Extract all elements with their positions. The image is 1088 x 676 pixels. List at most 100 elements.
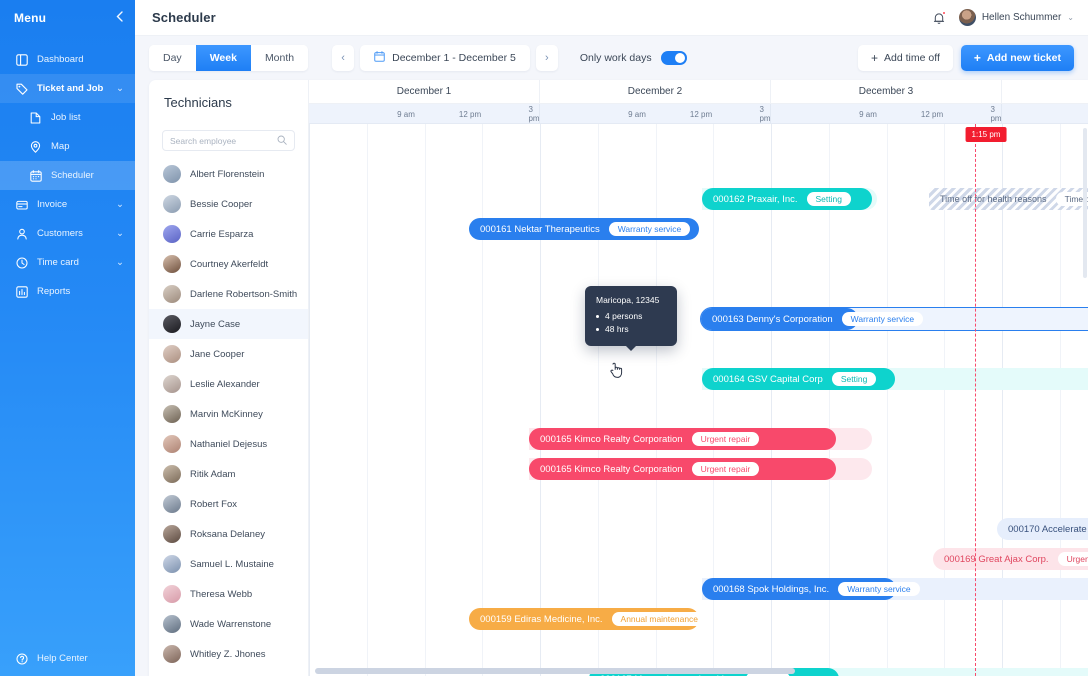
sidebar-collapse-icon[interactable] xyxy=(116,11,123,25)
schedule-event[interactable]: 000165 Kimco Realty CorporationUrgent re… xyxy=(529,458,836,480)
technician-row[interactable]: Wade Warrenstone xyxy=(149,609,308,639)
schedule-lane[interactable] xyxy=(309,154,1088,184)
schedule-event[interactable]: 000170 Accelerate Diagnostics, Inc.Warra… xyxy=(997,518,1088,540)
avatar xyxy=(163,195,181,213)
view-week-button[interactable]: Week xyxy=(196,45,251,71)
view-day-button[interactable]: Day xyxy=(149,45,196,71)
schedule-lane[interactable]: 000165 Kimco Realty CorporationUrgent re… xyxy=(309,424,1088,454)
technician-row[interactable]: Jayne Case xyxy=(149,309,308,339)
technician-row[interactable]: Robert Fox xyxy=(149,489,308,519)
schedule-lane[interactable] xyxy=(309,274,1088,304)
sidebar-item-reports[interactable]: Reports xyxy=(0,277,135,306)
sidebar-item-dashboard[interactable]: Dashboard xyxy=(0,45,135,74)
technician-name: Nathaniel Dejesus xyxy=(190,439,267,450)
technician-row[interactable]: Theresa Webb xyxy=(149,579,308,609)
sidebar-item-job-list[interactable]: Job list xyxy=(0,103,135,132)
add-new-ticket-button[interactable]: + Add new ticket xyxy=(961,45,1074,71)
schedule-lane[interactable] xyxy=(309,334,1088,364)
avatar xyxy=(163,585,181,603)
technician-row[interactable]: Marvin McKinney xyxy=(149,399,308,429)
schedule-lane[interactable]: 000163 Denny's Corporation Warranty servi… xyxy=(309,304,1088,334)
user-menu[interactable]: Hellen Schummer ⌄ xyxy=(959,9,1074,26)
technician-row[interactable]: Courtney Akerfeldt xyxy=(149,249,308,279)
schedule-event[interactable]: 000165 Kimco Realty CorporationUrgent re… xyxy=(529,428,836,450)
technician-name: Bessie Cooper xyxy=(190,199,252,210)
schedule-lane[interactable]: 000159 Ediras Medicine, Inc.Annual maint… xyxy=(309,604,1088,634)
event-tooltip: Maricopa, 12345 4 persons 48 hrs xyxy=(585,286,677,346)
schedule-event[interactable]: 000161 Nektar TherapeuticsWarranty servi… xyxy=(469,218,699,240)
event-title: 000163 Denny's Corporation xyxy=(712,314,833,325)
sidebar-item-scheduler[interactable]: Scheduler xyxy=(0,161,135,190)
technician-name: Carrie Esparza xyxy=(190,229,253,240)
horizontal-scrollbar[interactable] xyxy=(309,668,1088,674)
schedule-lane[interactable]: 000164 GSV Capital CorpSetting xyxy=(309,364,1088,394)
schedule-event[interactable]: 000164 GSV Capital CorpSetting xyxy=(702,368,895,390)
sidebar-item-map[interactable]: Map xyxy=(0,132,135,161)
schedule-lane[interactable]: 000169 Great Ajax Corp.Urgent repair xyxy=(309,544,1088,574)
technician-row[interactable]: Jane Cooper xyxy=(149,339,308,369)
technician-row[interactable]: Darlene Robertson-Smith xyxy=(149,279,308,309)
only-work-days-toggle[interactable] xyxy=(661,51,687,65)
technician-name: Courtney Akerfeldt xyxy=(190,259,268,270)
technician-row[interactable]: Leslie Alexander xyxy=(149,369,308,399)
time-header-row: 9 am12 pm3 pm9 am12 pm3 pm9 am12 pm3 pm9… xyxy=(309,104,1088,124)
prev-period-button[interactable]: ‹ xyxy=(332,45,354,71)
schedule-event[interactable]: 000169 Great Ajax Corp.Urgent repair xyxy=(933,548,1088,570)
view-month-button[interactable]: Month xyxy=(251,45,308,71)
day-header-cell: December 3 xyxy=(771,80,1002,103)
view-switcher: Day Week Month xyxy=(149,45,308,71)
add-new-ticket-label: Add new ticket xyxy=(987,52,1061,64)
schedule-lane[interactable]: 000165 Kimco Realty CorporationUrgent re… xyxy=(309,454,1088,484)
technician-row[interactable]: Albert Florenstein xyxy=(149,159,308,189)
scheduler-toolbar: Day Week Month ‹ December 1 - December 5… xyxy=(135,36,1088,80)
technician-name: Roksana Delaney xyxy=(190,529,265,540)
technicians-panel: Technicians Albert FlorensteinBessie Coo… xyxy=(149,80,309,676)
date-range-label: December 1 - December 5 xyxy=(392,52,516,64)
schedule-lane[interactable]: 000170 Accelerate Diagnostics, Inc.Warra… xyxy=(309,514,1088,544)
top-bar-right: Hellen Schummer ⌄ xyxy=(931,9,1074,26)
chevron-down-icon: ⌄ xyxy=(1067,13,1074,22)
technician-row[interactable]: Ritik Adam xyxy=(149,459,308,489)
technician-row[interactable]: Bessie Cooper xyxy=(149,189,308,219)
avatar xyxy=(163,285,181,303)
schedule-event[interactable]: 000159 Ediras Medicine, Inc.Annual maint… xyxy=(469,608,699,630)
sidebar-item-time-card[interactable]: Time card ⌄ xyxy=(0,248,135,277)
vertical-scrollbar[interactable] xyxy=(1083,128,1087,662)
sidebar-item-ticket-and-job[interactable]: Ticket and Job ⌄ xyxy=(0,74,135,103)
schedule-lane[interactable]: 000162 Praxair, Inc.Setting Time off for … xyxy=(309,184,1088,214)
chart-icon xyxy=(14,284,29,299)
schedule-lane[interactable]: 000161 Nektar TherapeuticsWarranty servi… xyxy=(309,214,1088,244)
scrollbar-thumb[interactable] xyxy=(315,668,795,674)
avatar xyxy=(163,435,181,453)
schedule-lane[interactable] xyxy=(309,244,1088,274)
schedule-event[interactable]: 000168 Spok Holdings, Inc.Warranty servi… xyxy=(702,578,896,600)
schedule-lane[interactable]: 000168 Spok Holdings, Inc.Warranty servi… xyxy=(309,574,1088,604)
technician-row[interactable]: Roksana Delaney xyxy=(149,519,308,549)
plus-icon: + xyxy=(871,52,878,64)
next-period-button[interactable]: › xyxy=(536,45,558,71)
schedule-lane[interactable] xyxy=(309,634,1088,664)
bell-icon[interactable] xyxy=(931,10,947,26)
search-input[interactable] xyxy=(170,136,277,146)
schedule-event[interactable]: 000163 Denny's CorporationWarranty servi… xyxy=(701,308,858,330)
schedule-event[interactable]: 000162 Praxair, Inc.Setting xyxy=(702,188,872,210)
sidebar-item-customers[interactable]: Customers ⌄ xyxy=(0,219,135,248)
add-time-off-button[interactable]: + Add time off xyxy=(858,45,953,71)
technician-row[interactable]: Samuel L. Mustaine xyxy=(149,549,308,579)
scrollbar-thumb[interactable] xyxy=(1083,128,1087,278)
sidebar-item-invoice[interactable]: Invoice ⌄ xyxy=(0,190,135,219)
technician-row[interactable]: Whitley Z. Jhones xyxy=(149,639,308,669)
search-employee-box[interactable] xyxy=(162,130,295,151)
technician-name: Samuel L. Mustaine xyxy=(190,559,274,570)
sidebar-item-help-center[interactable]: Help Center xyxy=(0,651,135,666)
date-range-picker[interactable]: December 1 - December 5 xyxy=(360,45,530,71)
time-off-block[interactable]: Time off for health reasonsTime off xyxy=(929,188,1088,210)
schedule-lane[interactable] xyxy=(309,394,1088,424)
user-name: Hellen Schummer xyxy=(982,12,1061,23)
technician-row[interactable]: Carrie Esparza xyxy=(149,219,308,249)
schedule-lane[interactable] xyxy=(309,484,1088,514)
technician-row[interactable]: Nathaniel Dejesus xyxy=(149,429,308,459)
current-time-line xyxy=(975,124,976,676)
avatar xyxy=(163,645,181,663)
event-badge: Warranty service xyxy=(842,312,923,326)
